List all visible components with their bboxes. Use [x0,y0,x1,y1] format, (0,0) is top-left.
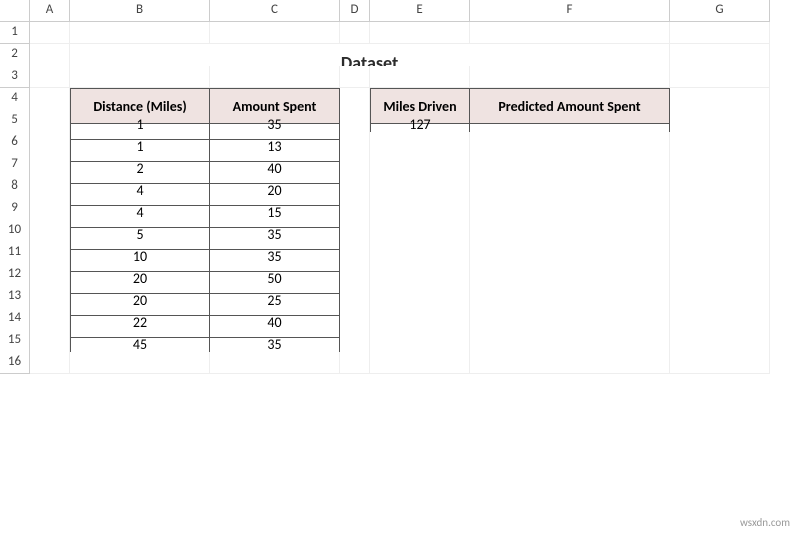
row-header-3[interactable]: 3 [0,66,30,88]
cell-E16[interactable] [370,352,470,374]
cell-C16[interactable] [210,352,340,374]
cell-F1[interactable] [470,22,670,44]
cell-B16[interactable] [70,352,210,374]
row-header-1[interactable]: 1 [0,22,30,44]
cell-G16[interactable] [670,352,770,374]
cell-E1[interactable] [370,22,470,44]
cell-A16[interactable] [30,352,70,374]
watermark: wsxdn.com [740,516,790,529]
row-header-16[interactable]: 16 [0,352,30,374]
cell-D16[interactable] [340,352,370,374]
cell-G1[interactable] [670,22,770,44]
select-all-corner[interactable] [0,0,30,22]
spreadsheet-grid: A B C D E F G 1 2 Dataset 3 4 Distance (… [0,0,800,374]
col-header-E[interactable]: E [370,0,470,22]
cell-B1[interactable] [70,22,210,44]
cell-A3[interactable] [30,66,70,88]
cell-A1[interactable] [30,22,70,44]
col-header-B[interactable]: B [70,0,210,22]
col-header-F[interactable]: F [470,0,670,22]
cell-B3[interactable] [70,66,210,88]
cell-E3[interactable] [370,66,470,88]
cell-C1[interactable] [210,22,340,44]
col-header-A[interactable]: A [30,0,70,22]
cell-F16[interactable] [470,352,670,374]
cell-C3[interactable] [210,66,340,88]
cell-D3[interactable] [340,66,370,88]
cell-G3[interactable] [670,66,770,88]
cell-D1[interactable] [340,22,370,44]
col-header-D[interactable]: D [340,0,370,22]
cell-F3[interactable] [470,66,670,88]
col-header-C[interactable]: C [210,0,340,22]
col-header-G[interactable]: G [670,0,770,22]
